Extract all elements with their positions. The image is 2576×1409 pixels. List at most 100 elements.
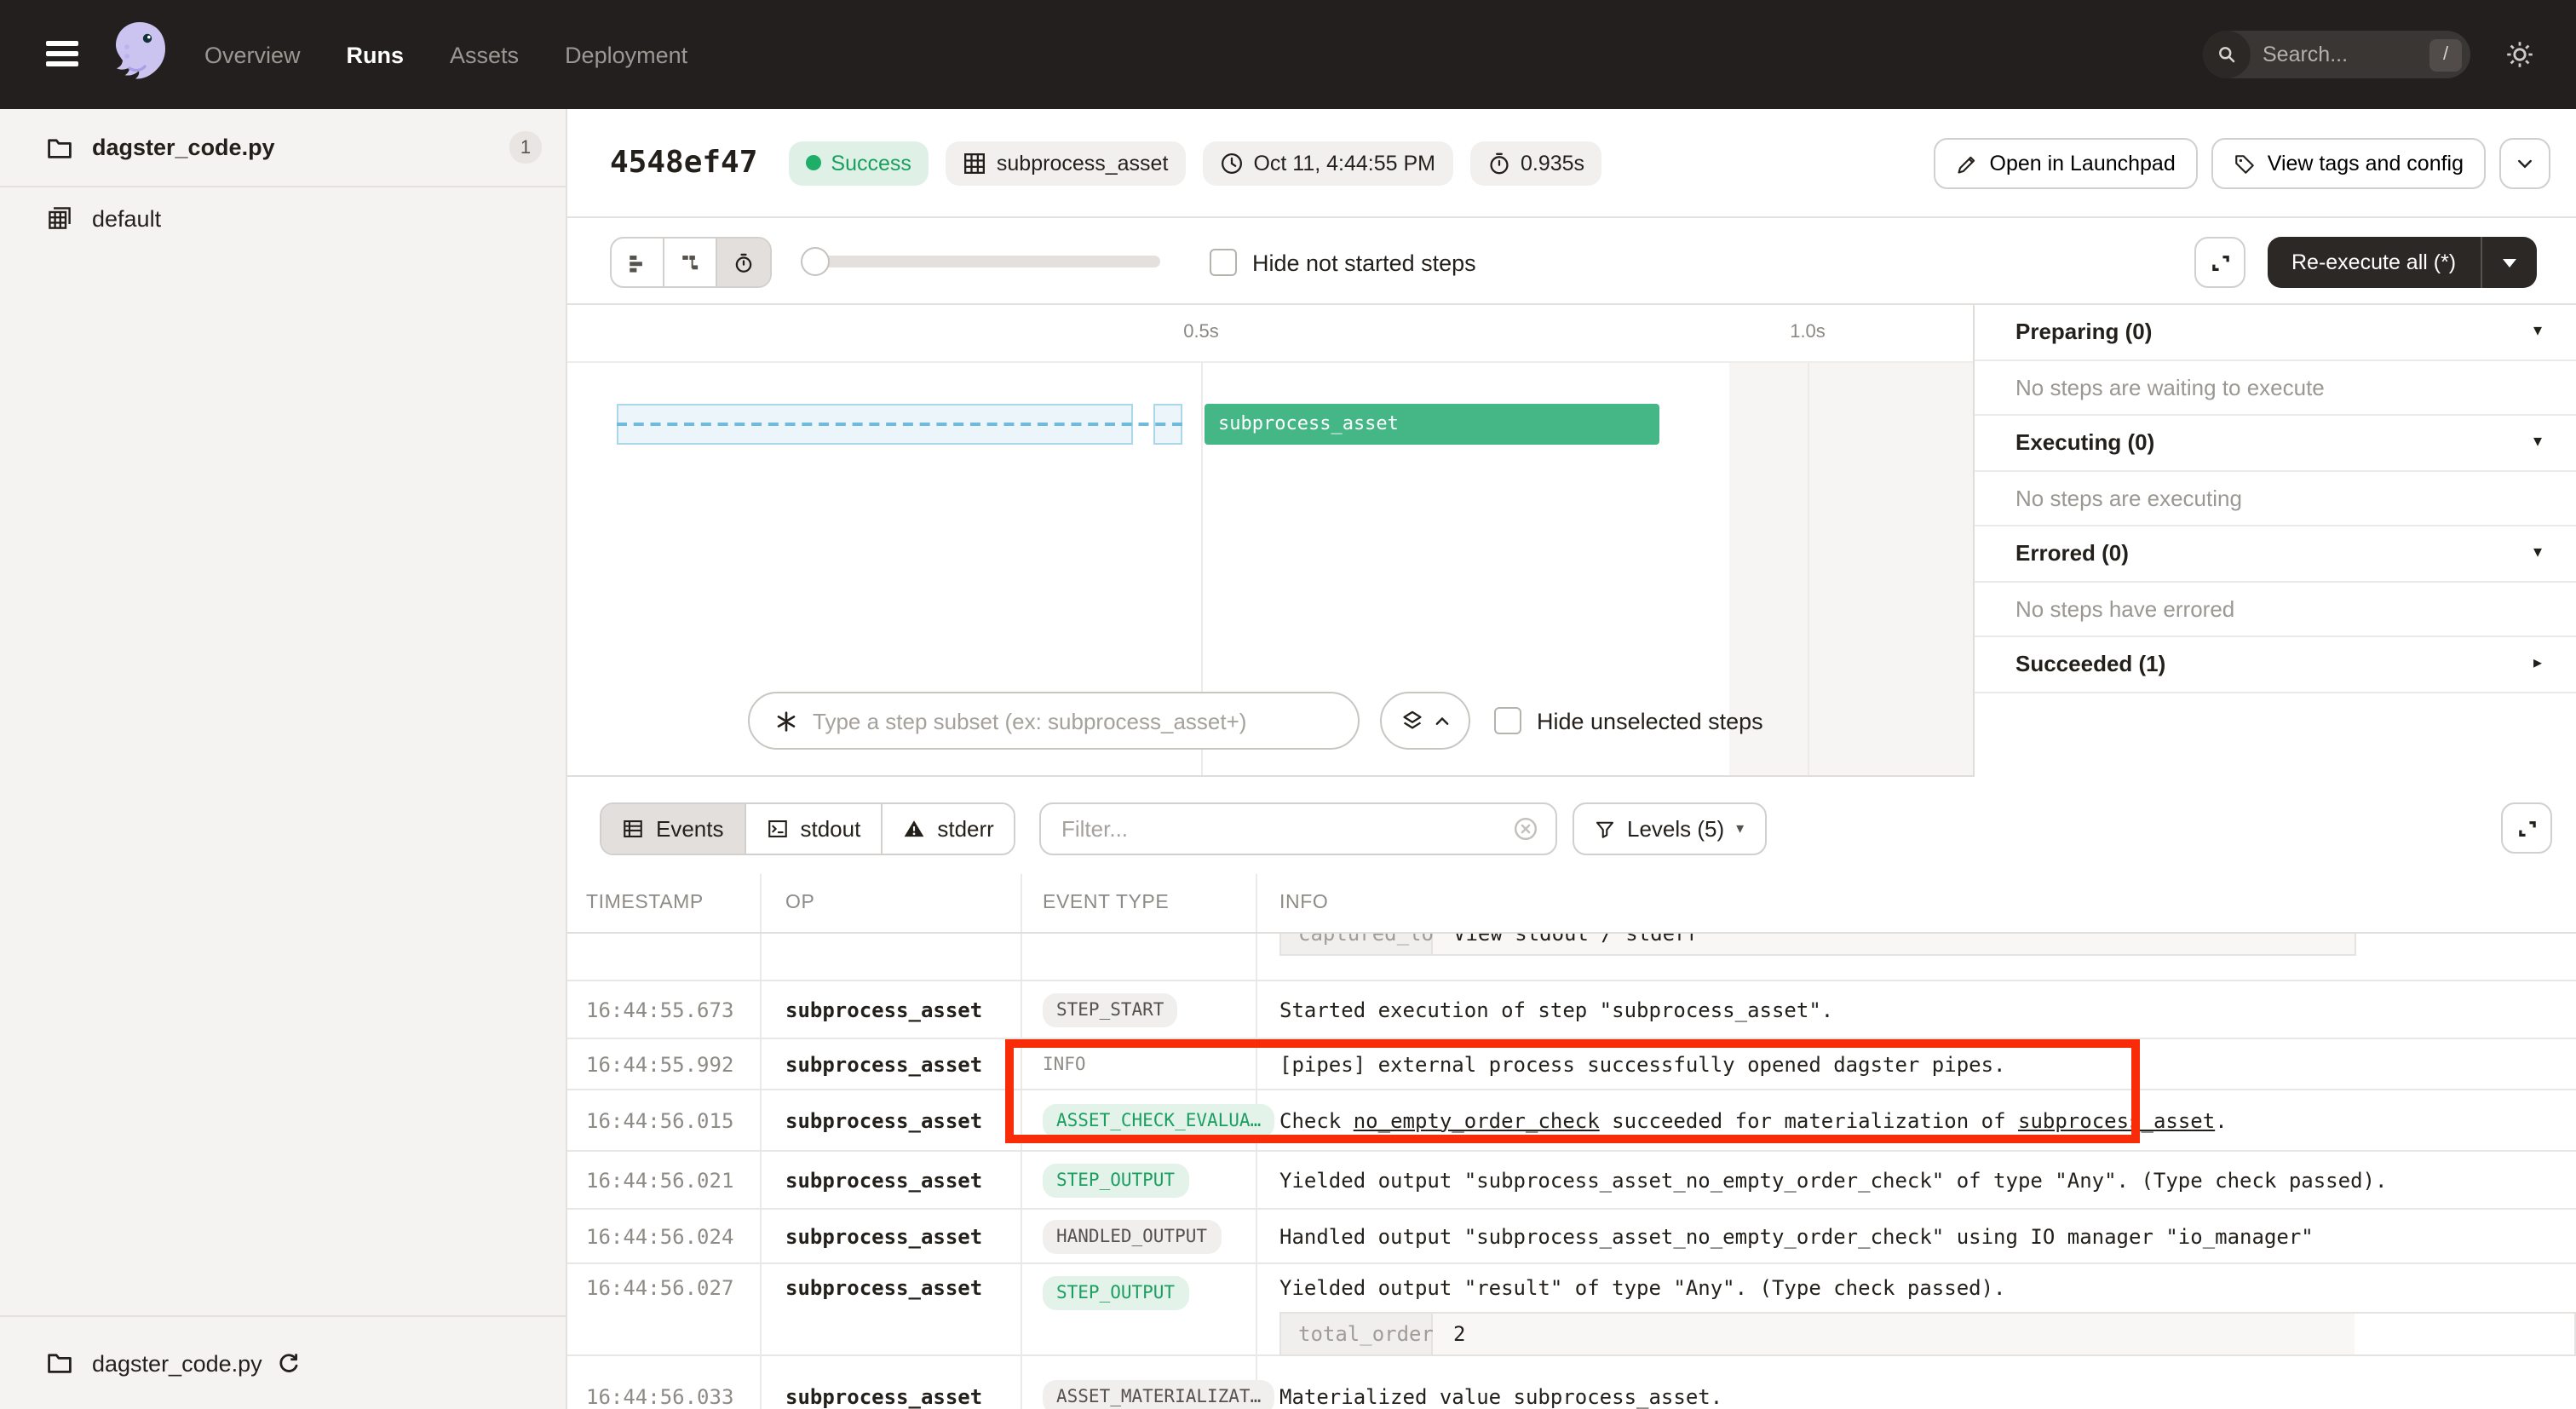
waterfall-view-icon[interactable] xyxy=(664,239,717,286)
graph-splat-icon xyxy=(773,708,799,733)
event-type-badge: ASSET_MATERIALIZAT… xyxy=(1043,1379,1274,1409)
slider-knob[interactable] xyxy=(801,247,830,276)
global-search-input[interactable]: Search... / xyxy=(2203,31,2470,78)
events-table-icon xyxy=(622,818,644,840)
tab-stdout[interactable]: stdout xyxy=(746,804,883,854)
reexecute-dropdown-button[interactable] xyxy=(2480,237,2536,288)
nav-runs[interactable]: Runs xyxy=(347,42,405,67)
pencil-icon xyxy=(1956,152,1978,175)
status-section-executing[interactable]: Executing (0) ▾ xyxy=(1975,416,2576,471)
primary-nav: Overview Runs Assets Deployment xyxy=(204,0,687,109)
hide-not-started-row: Hide not started steps xyxy=(1210,249,1476,276)
filter-placeholder: Filter... xyxy=(1061,816,1513,842)
log-row[interactable]: 16:44:55.992 subprocess_asset INFO [pipe… xyxy=(567,1039,2576,1090)
clear-filter-icon[interactable] xyxy=(1513,816,1538,842)
more-actions-chevron-button[interactable] xyxy=(2499,138,2550,189)
duration-pill: 0.935s xyxy=(1469,141,1601,185)
check-name-link[interactable]: no_empty_order_check xyxy=(1354,1108,1600,1132)
log-tabs: Events stdout stderr xyxy=(600,802,1016,855)
log-table-header: TIMESTAMP OP EVENT TYPE INFO xyxy=(567,874,2576,934)
step-status-panel: Preparing (0) ▾ No steps are waiting to … xyxy=(1973,305,2576,777)
status-message: No steps are waiting to execute xyxy=(1975,360,2576,416)
log-row[interactable]: 16:44:56.033 subprocess_asset ASSET_MATE… xyxy=(567,1356,2576,1409)
sidebar-item-default-job[interactable]: default xyxy=(0,187,566,249)
event-type-badge: ASSET_CHECK_EVALUA… xyxy=(1043,1103,1274,1137)
step-subset-placeholder: Type a step subset (ex: subprocess_asset… xyxy=(813,708,1246,733)
axis-tick: 1.0s xyxy=(1790,322,1826,342)
event-type-badge: INFO xyxy=(1043,1047,1100,1081)
log-row-with-metadata[interactable]: 16:44:56.027 subprocess_asset STEP_OUTPU… xyxy=(567,1264,2576,1356)
log-fullscreen-button[interactable] xyxy=(2501,802,2552,854)
metadata-value: 2 xyxy=(1433,1314,2355,1354)
reexecute-label: Re-execute all (*) xyxy=(2268,250,2480,274)
asset-pill[interactable]: subprocess_asset xyxy=(946,141,1186,185)
chevron-down-icon: ▾ xyxy=(2533,544,2542,563)
timed-view-icon[interactable] xyxy=(717,239,770,286)
start-time-pill: Oct 11, 4:44:55 PM xyxy=(1202,141,1452,185)
open-in-launchpad-button[interactable]: Open in Launchpad xyxy=(1934,138,2198,189)
tab-events[interactable]: Events xyxy=(601,804,746,854)
layers-icon xyxy=(1400,709,1423,733)
event-type-badge: STEP_OUTPUT xyxy=(1043,1163,1188,1197)
log-row[interactable]: 16:44:56.024 subprocess_asset HANDLED_OU… xyxy=(567,1210,2576,1264)
gantt-step-bar[interactable]: subprocess_asset xyxy=(1205,404,1659,445)
graph-query-toggle-button[interactable] xyxy=(1380,692,1470,750)
col-op: OP xyxy=(762,874,1022,932)
hide-unselected-label: Hide unselected steps xyxy=(1537,708,1763,733)
event-log-table: TIMESTAMP OP EVENT TYPE INFO captured_lo… xyxy=(567,874,2576,1409)
asset-name-link[interactable]: subprocess_asset xyxy=(2018,1108,2215,1132)
top-navbar: Overview Runs Assets Deployment Search..… xyxy=(0,0,2576,109)
hide-unselected-row: Hide unselected steps xyxy=(1494,707,1763,734)
gridline xyxy=(1808,363,1809,775)
metadata-value-link[interactable]: View stdout / stderr xyxy=(1433,934,2355,954)
gantt-fullscreen-button[interactable] xyxy=(2194,237,2245,288)
dagster-logo-icon[interactable] xyxy=(102,17,177,92)
folder-icon xyxy=(46,134,73,161)
sidebar-code-location[interactable]: dagster_code.py 1 xyxy=(0,109,566,187)
status-section-errored[interactable]: Errored (0) ▾ xyxy=(1975,526,2576,582)
view-tags-config-button[interactable]: View tags and config xyxy=(2211,138,2486,189)
status-badge: Success xyxy=(788,141,929,185)
tab-stderr[interactable]: stderr xyxy=(883,804,1014,854)
folder-icon xyxy=(46,1349,73,1377)
reexecute-all-button[interactable]: Re-execute all (*) xyxy=(2268,237,2536,288)
levels-filter-button[interactable]: Levels (5) ▾ xyxy=(1573,802,1766,855)
status-section-succeeded[interactable]: Succeeded (1) ▸ xyxy=(1975,637,2576,693)
nav-overview[interactable]: Overview xyxy=(204,42,301,67)
table-grid-icon xyxy=(963,151,986,175)
reload-icon[interactable] xyxy=(276,1350,302,1376)
nav-deployment[interactable]: Deployment xyxy=(565,42,687,67)
status-message: No steps are executing xyxy=(1975,471,2576,526)
log-row[interactable]: 16:44:56.021 subprocess_asset STEP_OUTPU… xyxy=(567,1152,2576,1210)
metadata-key: captured_logs xyxy=(1281,934,1433,954)
step-subset-input[interactable]: Type a step subset (ex: subprocess_asset… xyxy=(748,692,1360,750)
job-grid-icon xyxy=(46,204,73,232)
menu-icon[interactable] xyxy=(46,41,78,66)
nav-assets[interactable]: Assets xyxy=(450,42,519,67)
funnel-icon xyxy=(1595,819,1615,839)
log-row-asset-check[interactable]: 16:44:56.015 subprocess_asset ASSET_CHEC… xyxy=(567,1090,2576,1152)
metadata-key: total_orders xyxy=(1281,1314,1433,1354)
job-label: default xyxy=(92,205,161,231)
chevron-down-icon: ▾ xyxy=(2533,323,2542,342)
hide-not-started-checkbox[interactable] xyxy=(1210,249,1237,276)
col-event-type: EVENT TYPE xyxy=(1022,874,1257,932)
event-type-badge: STEP_OUTPUT xyxy=(1043,1276,1188,1310)
hide-unselected-checkbox[interactable] xyxy=(1494,707,1521,734)
log-filter-input[interactable]: Filter... xyxy=(1039,802,1557,855)
status-section-preparing[interactable]: Preparing (0) ▾ xyxy=(1975,305,2576,360)
search-placeholder: Search... xyxy=(2263,43,2429,66)
gear-icon[interactable] xyxy=(2504,39,2535,70)
clock-icon xyxy=(1219,151,1243,175)
col-info: INFO xyxy=(1257,874,2576,932)
status-dot-icon xyxy=(805,155,820,170)
job-count-badge: 1 xyxy=(509,131,542,164)
event-type-badge: HANDLED_OUTPUT xyxy=(1043,1219,1221,1253)
run-header: 4548ef47 Success subprocess_asset Oct 11… xyxy=(567,109,2576,218)
log-row[interactable]: 16:44:55.673 subprocess_asset STEP_START… xyxy=(567,981,2576,1039)
col-timestamp: TIMESTAMP xyxy=(567,874,762,932)
log-row-partial[interactable]: captured_logs View stdout / stderr xyxy=(567,934,2576,981)
gantt-zoom-slider[interactable] xyxy=(804,256,1160,267)
step-subset-row: Type a step subset (ex: subprocess_asset… xyxy=(748,692,1763,750)
flat-view-icon[interactable] xyxy=(612,239,664,286)
